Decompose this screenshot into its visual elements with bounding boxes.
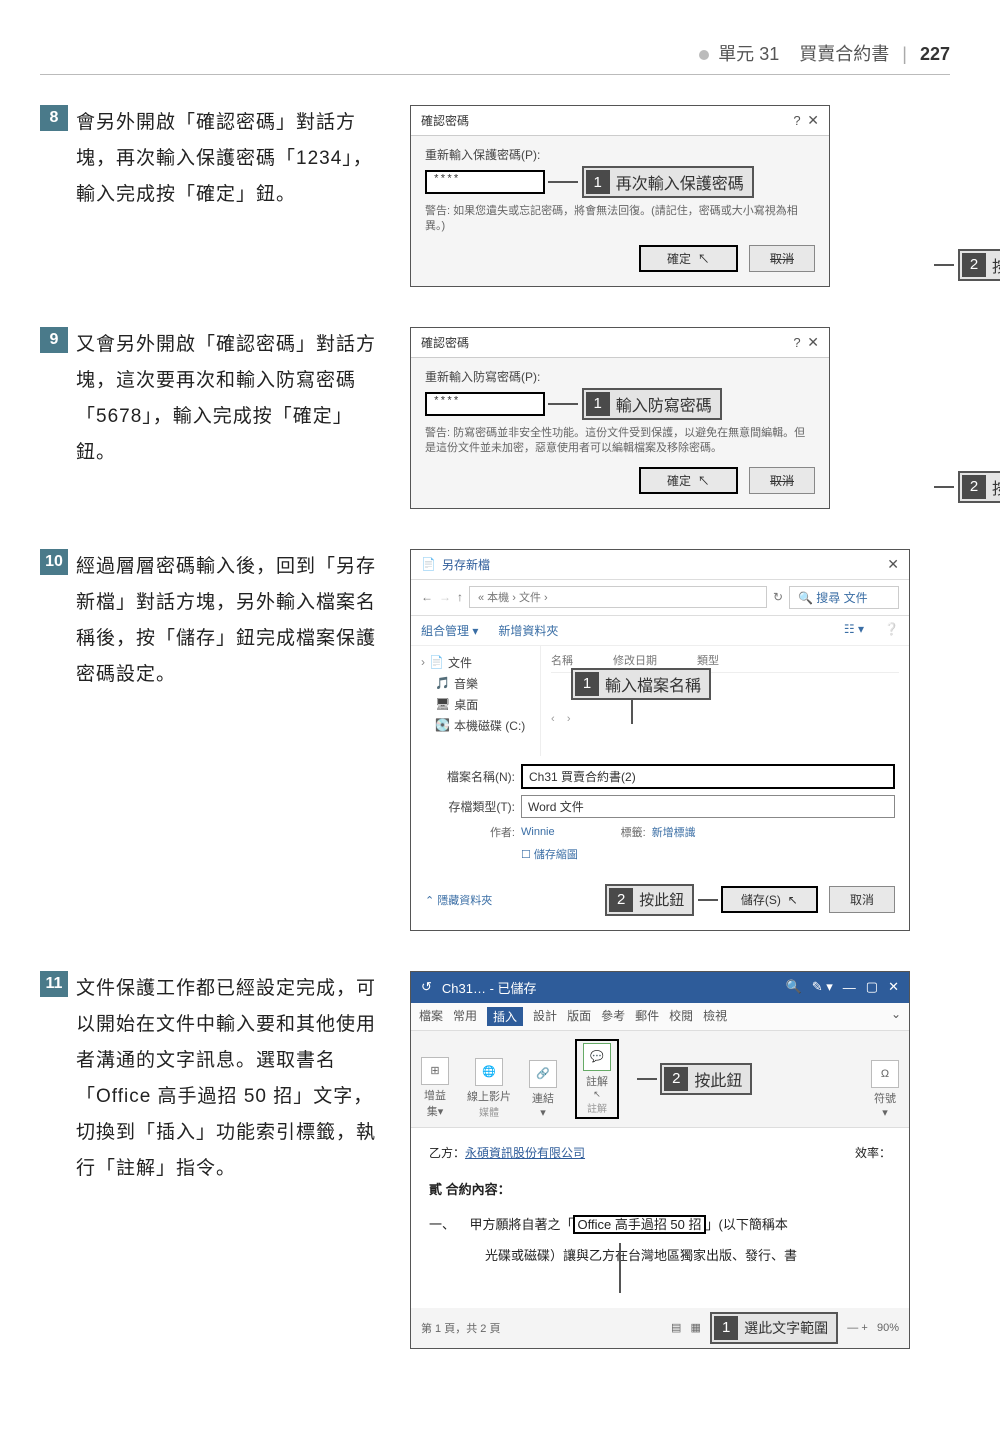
step-number-9: 9 (40, 327, 68, 353)
save-thumbnail-checkbox[interactable]: ☐ 儲存縮圖 (521, 846, 578, 862)
ribbon-tabs[interactable]: 檔案 常用 插入 設計 版面 參考 郵件 校閱 檢視 ⌄ (411, 1003, 909, 1031)
organize-menu[interactable]: 組合管理 ▾ (421, 622, 478, 639)
word-icon (421, 557, 436, 571)
ribbon-comment-button[interactable]: 註解↖ 註解 (575, 1039, 619, 1119)
callout-press-save: 2按此鈕 (605, 884, 694, 916)
tab-insert[interactable]: 插入 (487, 1007, 523, 1026)
confirm-password-dialog: 確認密碼 ? ✕ 重新輸入保護密碼(P): **** 1再次輸入保護密碼 警告:… (410, 105, 830, 287)
close-icon[interactable]: ✕ (807, 334, 819, 350)
collapse-ribbon-icon[interactable]: ⌄ (891, 1007, 901, 1026)
step-9-description: 又會另外開啟「確認密碼」對話方塊，這次要再次和輸入防寫密碼「5678」，輸入完成… (76, 327, 390, 471)
ribbon-symbols[interactable]: Ω符號▾ (871, 1060, 899, 1119)
filename-input[interactable]: Ch31 買賣合約書(2) (521, 764, 895, 789)
tag-value[interactable]: 新增標識 (652, 824, 696, 840)
callout-reenter-password: 1再次輸入保護密碼 (582, 166, 754, 198)
confirm-write-password-dialog: 確認密碼 ? ✕ 重新輸入防寫密碼(P): **** 1輸入防寫密碼 警告: 防… (410, 327, 830, 509)
author-value: Winnie (521, 826, 555, 838)
ok-button[interactable]: 確定 ↖ (639, 467, 738, 494)
dialog-title: 確認密碼 (421, 334, 469, 351)
new-folder-button[interactable]: 新增資料夾 (498, 622, 558, 639)
tab-view[interactable]: 檢視 (703, 1007, 727, 1026)
document-body[interactable]: 乙方：永碩資訊股份有限公司 效率： 貳 合約內容： 一、 甲方願將自著之「Off… (411, 1128, 909, 1308)
autosave-icon[interactable]: ↺ (421, 979, 432, 995)
breadcrumb[interactable]: « 本機 › 文件 › (469, 586, 767, 608)
save-button[interactable]: 儲存(S) ↖ (721, 886, 818, 913)
ribbon-links[interactable]: 連結▾ (529, 1060, 557, 1119)
view-icons[interactable]: ▤ ▦ (671, 1321, 707, 1333)
page-number: 227 (920, 44, 950, 64)
filetype-label: 存檔類型(T): (425, 798, 515, 815)
dialog-title: 確認密碼 (421, 112, 469, 129)
step-8: 8 會另外開啟「確認密碼」對話方塊，再次輸入保護密碼「1234」，輸入完成按「確… (40, 105, 950, 287)
pen-icon[interactable]: ✎ ▾ (812, 979, 833, 995)
doc-title: 買賣合約書 (799, 44, 889, 64)
step-number-10: 10 (40, 549, 68, 575)
step-10-description: 經過層層密碼輸入後，回到「另存新檔」對話方塊，另外輸入檔案名稱後，按「儲存」鈕完… (76, 549, 390, 693)
ok-button[interactable]: 確定 ↖ (639, 245, 738, 272)
help-icon[interactable]: ? (793, 335, 800, 350)
close-icon[interactable]: ✕ (887, 556, 899, 573)
callout-press-button: 2按此鈕 (958, 249, 1000, 281)
step-8-description: 會另外開啟「確認密碼」對話方塊，再次輸入保護密碼「1234」，輸入完成按「確定」… (76, 105, 390, 213)
tab-mailings[interactable]: 郵件 (635, 1007, 659, 1026)
save-as-title: 另存新檔 (442, 556, 490, 573)
tab-home[interactable]: 常用 (453, 1007, 477, 1026)
hide-folders-toggle[interactable]: ⌃ 隱藏資料夾 (425, 892, 492, 908)
tab-review[interactable]: 校閱 (669, 1007, 693, 1026)
zoom-level[interactable]: 90% (877, 1321, 899, 1333)
ribbon-group-addons[interactable]: ⊞增益集▾ (421, 1057, 449, 1119)
step-11: 11 文件保護工作都已經設定完成，可以開始在文件中輸入要和其他使用者溝通的文字訊… (40, 971, 950, 1349)
up-icon[interactable]: ↑ (457, 590, 463, 604)
search-icon[interactable]: 🔍 (786, 979, 802, 995)
max-icon[interactable]: ▢ (866, 979, 878, 995)
callout-enter-write-password: 1輸入防寫密碼 (582, 388, 722, 420)
selected-text[interactable]: Office 高手過招 50 招 (573, 1215, 705, 1234)
search-input[interactable]: 🔍 搜尋 文件 (789, 586, 899, 609)
help-icon[interactable]: ? (793, 113, 800, 128)
page-status: 第 1 頁，共 2 頁 (421, 1320, 500, 1336)
view-icon[interactable]: ☷ ▾ (844, 622, 864, 639)
close-icon[interactable]: ✕ (888, 979, 899, 995)
tab-file[interactable]: 檔案 (419, 1007, 443, 1026)
cancel-button[interactable]: 取消 (829, 886, 895, 913)
tab-design[interactable]: 設計 (533, 1007, 557, 1026)
password-input[interactable]: **** (425, 170, 545, 194)
step-11-description: 文件保護工作都已經設定完成，可以開始在文件中輸入要和其他使用者溝通的文字訊息。選… (76, 971, 390, 1188)
cancel-button[interactable]: 取消 (749, 467, 815, 494)
page-header: 單元 31 買賣合約書 | 227 (40, 40, 950, 75)
step-9: 9 又會另外開啟「確認密碼」對話方塊，這次要再次和輸入防寫密碼「5678」，輸入… (40, 327, 950, 509)
file-list[interactable]: 名稱 修改日期 類型 1輸入檔案名稱 ‹ › (541, 646, 909, 756)
section-heading: 貳 合約內容： (429, 1178, 891, 1203)
folder-tree[interactable]: › 文件 音樂 桌面 本機磁碟 (C:) (411, 646, 541, 756)
warning-text: 警告: 如果您遺失或忘記密碼，將會無法回復。(請記住，密碼或大小寫視為相異。) (425, 204, 815, 235)
callout-press-button: 2按此鈕 (958, 471, 1000, 503)
step-number-11: 11 (40, 971, 68, 997)
close-icon[interactable]: ✕ (807, 112, 819, 128)
refresh-icon[interactable]: ↻ (773, 590, 783, 604)
cancel-button[interactable]: 取消 (749, 245, 815, 272)
tab-references[interactable]: 參考 (601, 1007, 625, 1026)
step-10: 10 經過層層密碼輸入後，回到「另存新檔」對話方塊，另外輸入檔案名稱後，按「儲存… (40, 549, 950, 931)
password-input[interactable]: **** (425, 392, 545, 416)
word-window: ↺ Ch31… - 已儲存 🔍 ✎ ▾ — ▢ ✕ 檔案 常用 插入 設計 版面… (410, 971, 910, 1349)
tab-layout[interactable]: 版面 (567, 1007, 591, 1026)
min-icon[interactable]: — (843, 980, 856, 995)
window-title: Ch31… - 已儲存 (442, 978, 537, 997)
help-icon[interactable]: ❔ (884, 622, 899, 639)
filename-label: 檔案名稱(N): (425, 768, 515, 785)
step-number-8: 8 (40, 105, 68, 131)
callout-press-comment: 2按此鈕 (660, 1063, 752, 1095)
filetype-select[interactable]: Word 文件 (521, 795, 895, 818)
back-icon[interactable]: ← (421, 590, 433, 604)
password-label: 重新輸入防寫密碼(P): (425, 368, 815, 385)
unit-label: 單元 31 (718, 44, 779, 64)
password-label: 重新輸入保護密碼(P): (425, 146, 815, 163)
callout-select-text: 1選此文字範圍 (710, 1312, 838, 1344)
callout-enter-filename: 1輸入檔案名稱 (571, 668, 711, 700)
warning-text: 警告: 防寫密碼並非安全性功能。這份文件受到保護，以避免在無意間編輯。但是這份文… (425, 426, 815, 457)
ribbon-online-video[interactable]: 線上影片 媒體 (467, 1058, 511, 1119)
save-as-dialog: 另存新檔 ✕ ← → ↑ « 本機 › 文件 › ↻ 🔍 搜尋 文件 組合管理 … (410, 549, 910, 931)
forward-icon[interactable]: → (439, 590, 451, 604)
